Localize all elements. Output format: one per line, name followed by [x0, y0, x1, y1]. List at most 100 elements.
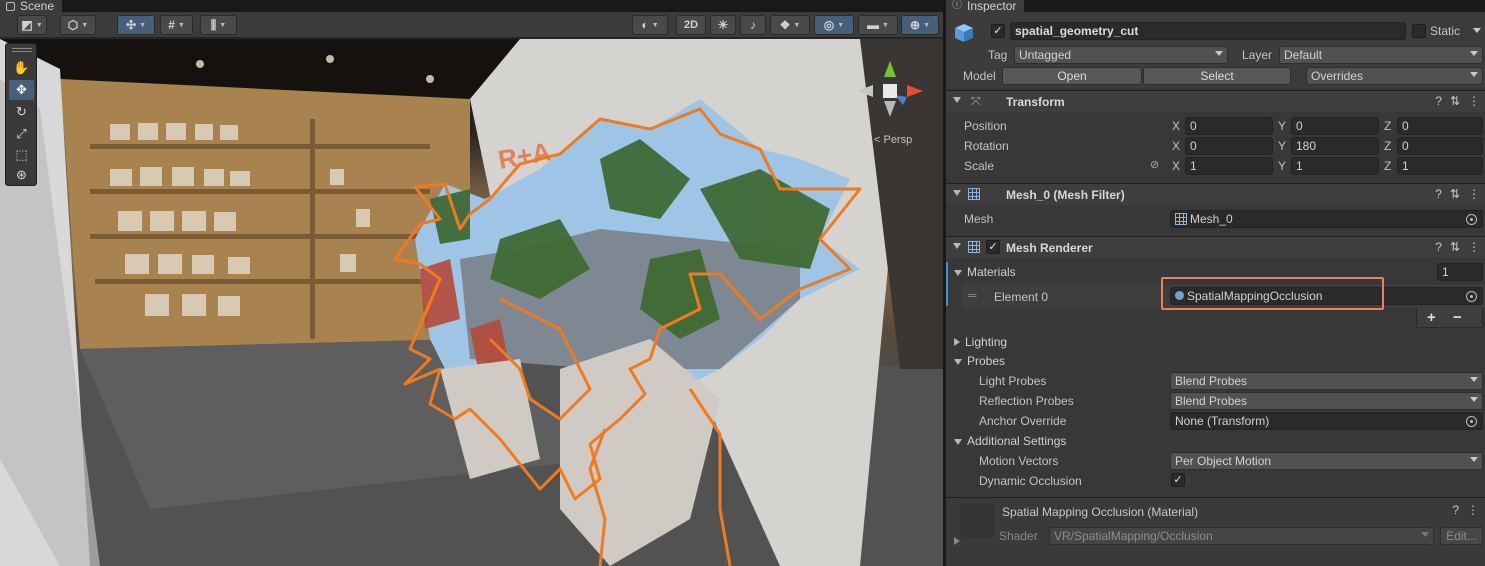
move-snap-icon: ✣ [126, 18, 137, 32]
more-icon[interactable]: ⋮ [1468, 240, 1480, 254]
more-icon[interactable]: ⋮ [1467, 503, 1479, 517]
tool-palette: ✋ ✥ ↻ ⤢ ⬚ ⊛ [5, 43, 37, 186]
rotation-x-input[interactable]: 0 [1185, 137, 1273, 155]
lightbulb-icon: ☀ [717, 18, 729, 32]
position-y-axis: Y [1278, 119, 1287, 133]
shading-mode-dropdown[interactable]: ◐ ▼ [632, 15, 668, 35]
material-foldout-arrow[interactable] [954, 537, 960, 545]
shader-value: VR/SpatialMapping/Occlusion [1054, 529, 1213, 543]
lighting-foldout[interactable]: Lighting [954, 335, 1007, 349]
tag-dropdown[interactable]: Untagged [1014, 46, 1228, 64]
object-name-input[interactable]: spatial_geometry_cut [1010, 22, 1406, 40]
mesh-filter-icon [968, 188, 980, 200]
scale-y-input[interactable]: 1 [1291, 157, 1379, 175]
speaker-icon: ♪ [750, 18, 756, 32]
palette-grip[interactable] [12, 48, 32, 52]
additional-settings-label: Additional Settings [967, 434, 1067, 448]
additional-settings-foldout[interactable]: Additional Settings [954, 434, 1066, 448]
add-element-button[interactable]: + [1427, 309, 1436, 326]
layer-value: Default [1284, 48, 1323, 62]
tag-label: Tag [988, 48, 1008, 62]
rotation-y-input[interactable]: 180 [1291, 137, 1379, 155]
rect-tool-button[interactable]: ⬚ [9, 145, 34, 165]
scale-tool-button[interactable]: ⤢ [9, 124, 34, 144]
more-icon[interactable]: ⋮ [1468, 94, 1480, 108]
help-icon[interactable]: ? [1435, 94, 1442, 108]
scale-label: Scale [964, 159, 995, 173]
dynamic-occlusion-checkbox[interactable]: ✓ [1171, 473, 1185, 487]
light-probes-dropdown[interactable]: Blend Probes [1170, 372, 1483, 390]
shader-dropdown[interactable]: VR/SpatialMapping/Occlusion [1049, 527, 1434, 545]
move-tool-button[interactable]: ✥ [9, 80, 34, 100]
more-icon[interactable]: ⋮ [1468, 187, 1480, 201]
inspector-tab[interactable]: ⓘ Inspector [946, 0, 1025, 12]
reflection-probes-value: Blend Probes [1175, 394, 1248, 408]
effects-dropdown[interactable]: ❖ ▼ [770, 15, 810, 35]
visibility-dropdown[interactable]: ◎ ▼ [814, 15, 854, 35]
scene-view-options-dropdown[interactable]: ⬡ ▼ [60, 15, 96, 35]
rect-icon: ⬚ [15, 147, 28, 162]
scene-tab[interactable]: Scene [0, 0, 63, 12]
move-icon: ✥ [16, 82, 27, 97]
select-button[interactable]: Select [1143, 67, 1291, 85]
help-icon[interactable]: ? [1435, 187, 1442, 201]
materials-count-input[interactable]: 1 [1437, 263, 1483, 281]
mesh-filter-header[interactable]: Mesh_0 (Mesh Filter) ? ⇅ ⋮ [946, 183, 1485, 205]
reflection-probes-dropdown[interactable]: Blend Probes [1170, 392, 1483, 410]
mesh-renderer-enabled-checkbox[interactable]: ✓ [986, 240, 1000, 254]
drag-handle-icon[interactable]: ═ [968, 288, 977, 302]
preset-icon[interactable]: ⇅ [1450, 240, 1460, 254]
scale-x-input[interactable]: 1 [1185, 157, 1273, 175]
help-icon[interactable]: ? [1452, 503, 1459, 517]
help-icon[interactable]: ? [1435, 240, 1442, 254]
layer-dropdown[interactable]: Default [1279, 46, 1483, 64]
hand-tool-button[interactable]: ✋ [9, 58, 34, 78]
toggle-2d-button[interactable]: 2D [676, 15, 706, 35]
rotation-z-input[interactable]: 0 [1397, 137, 1483, 155]
remove-element-button[interactable]: − [1453, 309, 1462, 326]
static-checkbox[interactable] [1412, 24, 1426, 38]
mesh-renderer-header[interactable]: ✓ Mesh Renderer ? ⇅ ⋮ [946, 236, 1485, 258]
motion-vectors-dropdown[interactable]: Per Object Motion [1170, 452, 1483, 470]
anchor-override-field[interactable]: None (Transform) [1170, 412, 1483, 430]
position-y-input[interactable]: 0 [1291, 117, 1379, 135]
link-icon[interactable]: ⊘ [1150, 158, 1159, 171]
transform-header[interactable]: ⤧ Transform ? ⇅ ⋮ [946, 90, 1485, 112]
edit-shader-button[interactable]: Edit... [1440, 527, 1483, 545]
preset-icon[interactable]: ⇅ [1450, 187, 1460, 201]
mesh-object-field[interactable]: Mesh_0 [1170, 210, 1483, 228]
scene-viewport[interactable]: R+A ✋ ✥ ↻ ⤢ ⬚ ⊛ < Persp [0, 39, 943, 566]
position-x-input[interactable]: 0 [1185, 117, 1273, 135]
object-picker-icon[interactable] [1466, 416, 1477, 427]
active-checkbox[interactable]: ✓ [991, 24, 1005, 38]
gizmos-dropdown[interactable]: ⊕ ▼ [901, 15, 939, 35]
object-picker-icon[interactable] [1466, 214, 1477, 225]
grid-snap-dropdown[interactable]: # ▼ [160, 15, 193, 35]
overrides-dropdown[interactable]: Overrides [1306, 67, 1483, 85]
probes-foldout[interactable]: Probes [954, 354, 1005, 368]
preset-icon[interactable]: ⇅ [1450, 94, 1460, 108]
camera-dropdown[interactable]: ▬ ▼ [858, 15, 898, 35]
scale-z-axis: Z [1384, 159, 1392, 173]
open-button[interactable]: Open [1002, 67, 1142, 85]
snap-dropdown[interactable]: ✣ ▼ [117, 15, 155, 35]
perspective-label[interactable]: < Persp [874, 134, 912, 146]
toggle-2d-label: 2D [683, 19, 699, 31]
prefab-cube-icon [955, 24, 973, 42]
materials-foldout[interactable]: Materials [954, 265, 1016, 279]
scene-render: R+A [0, 39, 943, 566]
lighting-toggle-button[interactable]: ☀ [710, 15, 736, 35]
draw-mode-dropdown[interactable]: ◩ ▼ [17, 15, 47, 35]
scale-z-input[interactable]: 1 [1397, 157, 1483, 175]
increment-snap-dropdown[interactable]: ⫼ ▼ [200, 15, 237, 35]
transform-tool-button[interactable]: ⊛ [9, 165, 34, 185]
position-z-input[interactable]: 0 [1397, 117, 1483, 135]
object-picker-icon[interactable] [1466, 291, 1477, 302]
orientation-gizmo[interactable] [855, 59, 925, 129]
audio-toggle-button[interactable]: ♪ [740, 15, 766, 35]
static-dropdown-caret[interactable] [1473, 28, 1481, 33]
grid-icon: # [168, 18, 175, 32]
rotate-tool-button[interactable]: ↻ [9, 102, 34, 122]
transform-title: Transform [1006, 95, 1065, 109]
light-probes-label: Light Probes [979, 374, 1047, 388]
